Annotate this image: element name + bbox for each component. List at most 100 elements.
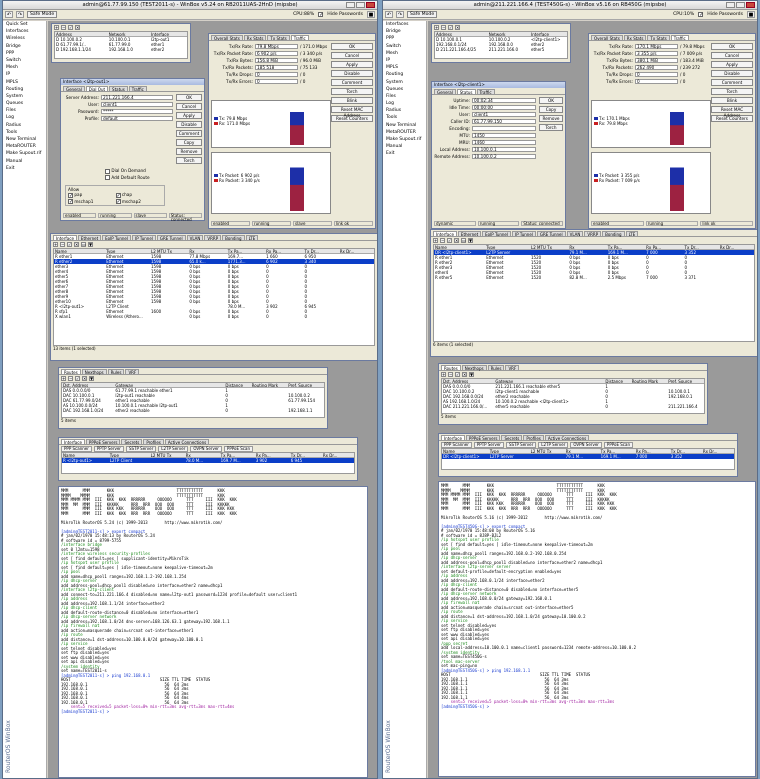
cancel-button[interactable]: Cancel <box>176 103 202 110</box>
table-row[interactable]: DAC 211.221.166.0/... ether5 reachable 0 21… <box>442 404 704 409</box>
close-button[interactable] <box>746 2 755 8</box>
column-header[interactable]: Gateway <box>494 379 604 383</box>
tab-overall-stats[interactable]: Overall Stats <box>591 35 623 41</box>
redo-icon[interactable]: ↷ <box>16 11 24 18</box>
column-header[interactable]: Tx Dr... <box>304 249 339 253</box>
column-header[interactable]: Address <box>435 32 488 36</box>
tab-secrets[interactable]: Secrets <box>501 435 523 441</box>
remove-icon[interactable]: − <box>441 25 446 30</box>
tab-secrets[interactable]: Secrets <box>121 439 143 445</box>
menu-item-routing[interactable]: Routing <box>3 86 46 93</box>
field-value[interactable]: 00:00:00 <box>472 104 536 110</box>
column-header[interactable]: L2 MTU Tx <box>150 249 188 253</box>
menu-item-files[interactable]: Files <box>383 93 426 100</box>
tab-overall-stats[interactable]: Overall Stats <box>211 35 243 41</box>
comment-button[interactable]: Comment <box>711 79 753 86</box>
torch-button[interactable]: Torch <box>539 124 563 131</box>
column-header[interactable]: Tx Pa... <box>600 449 635 453</box>
menu-item-mesh[interactable]: Mesh <box>3 64 46 71</box>
menu-item-metarouter[interactable]: MetaROUTER <box>3 143 46 150</box>
menu-item-ip[interactable]: IP <box>3 71 46 78</box>
table-row[interactable]: R ether5 Ethernet 1520 82.8 M... 2.5 Mbps 7 0… <box>434 275 754 280</box>
field-value[interactable]: client1 <box>472 111 536 117</box>
menu-item-mesh[interactable]: Mesh <box>383 50 426 57</box>
tab-traffic[interactable]: Traffic <box>128 86 147 92</box>
tab-interface[interactable]: Interface <box>53 235 77 241</box>
field-value[interactable]: 61.77.99.150 <box>472 118 536 124</box>
column-header[interactable]: Type <box>109 453 150 457</box>
tab-vlan[interactable]: VLAN <box>566 231 584 237</box>
disable-icon[interactable]: ✕ <box>455 25 460 30</box>
tab-tx-stats[interactable]: Tx Stats <box>647 35 670 41</box>
tab-rules[interactable]: Rules <box>487 365 505 371</box>
tab-traffic[interactable]: Traffic <box>290 35 309 41</box>
tab-eoip-tunnel[interactable]: EoIP Tunnel <box>482 231 512 237</box>
reset-mac-address-button[interactable]: Reset MAC Address <box>711 106 753 118</box>
column-header[interactable]: Rx Dr... <box>339 249 374 253</box>
field-value[interactable]: client1 <box>101 101 173 107</box>
tab-rules[interactable]: Rules <box>107 369 125 375</box>
remove-icon[interactable]: − <box>448 372 453 377</box>
torch-button[interactable]: Torch <box>711 88 753 95</box>
ok-button[interactable]: OK <box>176 94 202 101</box>
reset-mac-address-button[interactable]: Reset MAC Address <box>331 106 373 118</box>
ppp-subtab-button[interactable]: PPTP Server <box>93 445 124 452</box>
tab-active-connections[interactable]: Active Connections <box>164 439 210 445</box>
column-header[interactable]: Tx Dr... <box>670 449 702 453</box>
cancel-button[interactable]: Cancel <box>711 52 753 59</box>
column-header[interactable]: Network <box>488 32 530 36</box>
column-header[interactable]: Gateway <box>114 383 224 387</box>
ppp-subtab-button[interactable]: PPP Scanner <box>61 445 92 452</box>
enable-icon[interactable]: ✓ <box>455 372 460 377</box>
column-header[interactable]: Rx Dr... <box>702 449 734 453</box>
field-value[interactable]: 10.100.0.2 <box>472 153 536 159</box>
blink-button[interactable]: Blink <box>331 97 373 104</box>
chap-checkbox[interactable] <box>115 192 121 198</box>
menu-item-interfaces[interactable]: Interfaces <box>383 21 426 28</box>
menu-item-switch[interactable]: Switch <box>3 57 46 64</box>
menu-item-interfaces[interactable]: Interfaces <box>3 28 46 35</box>
menu-item-metarouter[interactable]: MetaROUTER <box>383 129 426 136</box>
tab-ip-tunnel[interactable]: IP Tunnel <box>132 235 156 241</box>
menu-item-mpls[interactable]: MPLS <box>3 79 46 86</box>
column-header[interactable]: Name <box>442 449 489 453</box>
column-header[interactable]: Pref. Source <box>667 379 704 383</box>
menu-item-log[interactable]: Log <box>3 114 46 121</box>
menu-item-log[interactable]: Log <box>383 100 426 107</box>
field-value[interactable]: default <box>101 115 173 121</box>
column-header[interactable]: Rx <box>568 245 606 249</box>
reset-counters-button[interactable]: Reset Counters <box>331 115 373 122</box>
torch-button[interactable]: Torch <box>331 88 373 95</box>
field-value[interactable] <box>472 125 536 131</box>
comment-icon[interactable]: ▭ <box>81 242 86 247</box>
column-header[interactable]: Interface <box>150 32 187 36</box>
column-header[interactable]: Rx Dr... <box>322 453 354 457</box>
column-header[interactable]: L2 MTU Tx <box>530 245 568 249</box>
column-header[interactable]: Tx Dr... <box>684 245 719 249</box>
tab-dial-out[interactable]: Dial Out <box>85 86 109 92</box>
tab-vrf[interactable]: VRF <box>505 365 520 371</box>
column-header[interactable]: Address <box>55 32 108 36</box>
column-header[interactable]: L2 MTU Tx <box>150 453 185 457</box>
menu-item-mpls[interactable]: MPLS <box>383 64 426 71</box>
tab-interface[interactable]: Interface <box>61 439 85 445</box>
menu-item-quick-set[interactable]: Quick Set <box>3 21 46 28</box>
menu-item-manual[interactable]: Manual <box>3 158 46 165</box>
menu-item-tools[interactable]: Tools <box>3 129 46 136</box>
menu-item-tools[interactable]: Tools <box>383 114 426 121</box>
tab-general[interactable]: General <box>434 89 456 95</box>
table-row[interactable]: D 192.168.1.1/24 192.168.1.0 ether2 <box>55 47 187 52</box>
ppp-subtab-button[interactable]: L2TP Server <box>538 441 569 448</box>
filter-icon[interactable]: ▼ <box>88 242 93 247</box>
tab-status[interactable]: Status <box>456 89 476 95</box>
apply-button[interactable]: Apply <box>176 112 202 119</box>
close-button[interactable] <box>366 2 375 8</box>
menu-item-queues[interactable]: Queues <box>383 86 426 93</box>
tab-eoip-tunnel[interactable]: EoIP Tunnel <box>102 235 132 241</box>
filter-icon[interactable]: ▼ <box>469 372 474 377</box>
column-header[interactable]: L2 MTU Tx <box>530 449 565 453</box>
tab-traffic[interactable]: Traffic <box>476 89 495 95</box>
enable-icon[interactable]: ✓ <box>67 242 72 247</box>
menu-item-system[interactable]: System <box>383 79 426 86</box>
tab-profiles[interactable]: Profiles <box>143 439 164 445</box>
